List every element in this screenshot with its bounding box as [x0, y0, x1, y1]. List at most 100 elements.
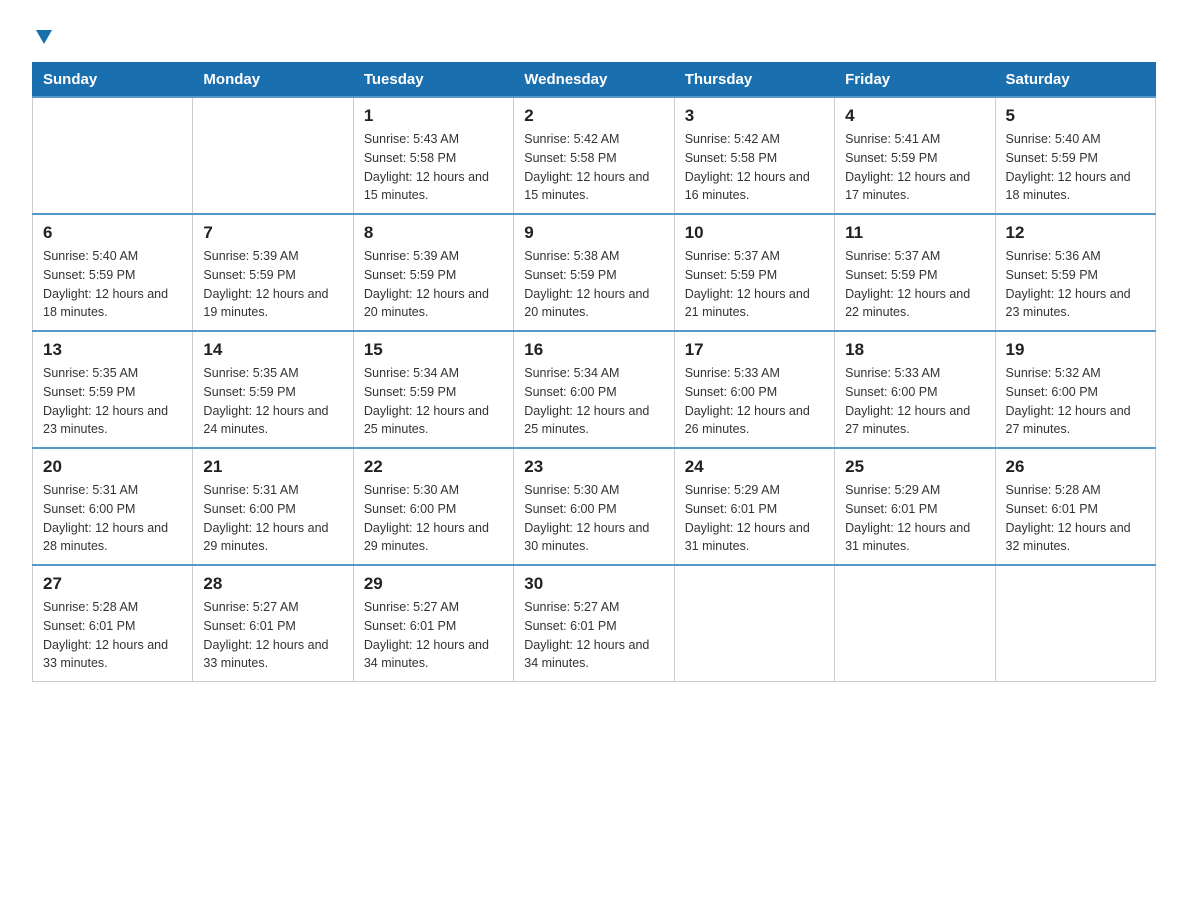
day-cell: 16Sunrise: 5:34 AMSunset: 6:00 PMDayligh…: [514, 331, 674, 448]
day-cell: 3 Sunrise: 5:42 AMSunset: 5:58 PMDaylight…: [674, 97, 834, 214]
day-info: Sunrise: 5:27 AMSunset: 6:01 PMDaylight:…: [364, 598, 503, 673]
day-number: 2: [524, 106, 663, 126]
col-header-friday: Friday: [835, 63, 995, 98]
week-row-4: 20 Sunrise: 5:31 AMSunset: 6:00 PMDayligh…: [33, 448, 1156, 565]
day-number: 6: [43, 223, 182, 243]
day-cell: 21 Sunrise: 5:31 AMSunset: 6:00 PMDayligh…: [193, 448, 353, 565]
day-cell: 8 Sunrise: 5:39 AMSunset: 5:59 PMDaylight…: [353, 214, 513, 331]
day-cell: 22 Sunrise: 5:30 AMSunset: 6:00 PMDayligh…: [353, 448, 513, 565]
day-info: Sunrise: 5:27 AMSunset: 6:01 PMDaylight:…: [203, 598, 342, 673]
day-info: Sunrise: 5:30 AMSunset: 6:00 PMDaylight:…: [524, 481, 663, 556]
day-info: Sunrise: 5:28 AMSunset: 6:01 PMDaylight:…: [1006, 481, 1145, 556]
day-number: 7: [203, 223, 342, 243]
day-cell: 29 Sunrise: 5:27 AMSunset: 6:01 PMDayligh…: [353, 565, 513, 682]
day-info: Sunrise: 5:34 AMSunset: 5:59 PMDaylight:…: [364, 364, 503, 439]
calendar-table: SundayMondayTuesdayWednesdayThursdayFrid…: [32, 62, 1156, 682]
day-info: Sunrise: 5:33 AMSunset: 6:00 PMDaylight:…: [845, 364, 984, 439]
day-cell: [835, 565, 995, 682]
day-info: Sunrise: 5:31 AMSunset: 6:00 PMDaylight:…: [43, 481, 182, 556]
day-number: 30: [524, 574, 663, 594]
day-number: 10: [685, 223, 824, 243]
day-number: 25: [845, 457, 984, 477]
week-row-5: 27 Sunrise: 5:28 AMSunset: 6:01 PMDayligh…: [33, 565, 1156, 682]
day-cell: 24 Sunrise: 5:29 AMSunset: 6:01 PMDayligh…: [674, 448, 834, 565]
day-cell: 11Sunrise: 5:37 AMSunset: 5:59 PMDayligh…: [835, 214, 995, 331]
col-header-sunday: Sunday: [33, 63, 193, 98]
day-number: 20: [43, 457, 182, 477]
day-cell: 14 Sunrise: 5:35 AMSunset: 5:59 PMDayligh…: [193, 331, 353, 448]
day-cell: 10 Sunrise: 5:37 AMSunset: 5:59 PMDayligh…: [674, 214, 834, 331]
day-info: Sunrise: 5:30 AMSunset: 6:00 PMDaylight:…: [364, 481, 503, 556]
day-cell: 20 Sunrise: 5:31 AMSunset: 6:00 PMDayligh…: [33, 448, 193, 565]
day-cell: 25 Sunrise: 5:29 AMSunset: 6:01 PMDayligh…: [835, 448, 995, 565]
day-number: 13: [43, 340, 182, 360]
day-info: Sunrise: 5:28 AMSunset: 6:01 PMDaylight:…: [43, 598, 182, 673]
day-info: Sunrise: 5:43 AMSunset: 5:58 PMDaylight:…: [364, 130, 503, 205]
day-number: 24: [685, 457, 824, 477]
col-header-wednesday: Wednesday: [514, 63, 674, 98]
week-row-3: 13 Sunrise: 5:35 AMSunset: 5:59 PMDayligh…: [33, 331, 1156, 448]
day-number: 4: [845, 106, 984, 126]
day-number: 28: [203, 574, 342, 594]
day-info: Sunrise: 5:38 AMSunset: 5:59 PMDaylight:…: [524, 247, 663, 322]
logo: [32, 24, 54, 46]
day-info: Sunrise: 5:29 AMSunset: 6:01 PMDaylight:…: [685, 481, 824, 556]
day-number: 29: [364, 574, 503, 594]
week-row-1: 1 Sunrise: 5:43 AMSunset: 5:58 PMDaylight…: [33, 97, 1156, 214]
day-number: 12: [1006, 223, 1145, 243]
day-cell: 23 Sunrise: 5:30 AMSunset: 6:00 PMDayligh…: [514, 448, 674, 565]
day-number: 19: [1006, 340, 1145, 360]
day-cell: 17 Sunrise: 5:33 AMSunset: 6:00 PMDayligh…: [674, 331, 834, 448]
day-info: Sunrise: 5:37 AMSunset: 5:59 PMDaylight:…: [845, 247, 984, 322]
day-cell: 5Sunrise: 5:40 AMSunset: 5:59 PMDaylight…: [995, 97, 1155, 214]
day-info: Sunrise: 5:42 AMSunset: 5:58 PMDaylight:…: [524, 130, 663, 205]
day-cell: 13 Sunrise: 5:35 AMSunset: 5:59 PMDayligh…: [33, 331, 193, 448]
col-header-saturday: Saturday: [995, 63, 1155, 98]
week-row-2: 6 Sunrise: 5:40 AMSunset: 5:59 PMDaylight…: [33, 214, 1156, 331]
day-cell: 1 Sunrise: 5:43 AMSunset: 5:58 PMDaylight…: [353, 97, 513, 214]
day-number: 3: [685, 106, 824, 126]
day-number: 23: [524, 457, 663, 477]
day-number: 17: [685, 340, 824, 360]
day-info: Sunrise: 5:39 AMSunset: 5:59 PMDaylight:…: [203, 247, 342, 322]
day-number: 14: [203, 340, 342, 360]
day-info: Sunrise: 5:33 AMSunset: 6:00 PMDaylight:…: [685, 364, 824, 439]
col-header-monday: Monday: [193, 63, 353, 98]
day-cell: 9 Sunrise: 5:38 AMSunset: 5:59 PMDaylight…: [514, 214, 674, 331]
day-info: Sunrise: 5:41 AMSunset: 5:59 PMDaylight:…: [845, 130, 984, 205]
logo-triangle-icon: [34, 26, 54, 46]
day-number: 21: [203, 457, 342, 477]
day-info: Sunrise: 5:35 AMSunset: 5:59 PMDaylight:…: [43, 364, 182, 439]
day-info: Sunrise: 5:32 AMSunset: 6:00 PMDaylight:…: [1006, 364, 1145, 439]
day-cell: 28 Sunrise: 5:27 AMSunset: 6:01 PMDayligh…: [193, 565, 353, 682]
day-cell: [193, 97, 353, 214]
day-cell: 15Sunrise: 5:34 AMSunset: 5:59 PMDayligh…: [353, 331, 513, 448]
day-info: Sunrise: 5:31 AMSunset: 6:00 PMDaylight:…: [203, 481, 342, 556]
day-cell: 12 Sunrise: 5:36 AMSunset: 5:59 PMDayligh…: [995, 214, 1155, 331]
day-info: Sunrise: 5:37 AMSunset: 5:59 PMDaylight:…: [685, 247, 824, 322]
day-info: Sunrise: 5:39 AMSunset: 5:59 PMDaylight:…: [364, 247, 503, 322]
day-info: Sunrise: 5:34 AMSunset: 6:00 PMDaylight:…: [524, 364, 663, 439]
day-cell: 18Sunrise: 5:33 AMSunset: 6:00 PMDayligh…: [835, 331, 995, 448]
day-info: Sunrise: 5:36 AMSunset: 5:59 PMDaylight:…: [1006, 247, 1145, 322]
day-number: 26: [1006, 457, 1145, 477]
day-number: 9: [524, 223, 663, 243]
day-cell: 26 Sunrise: 5:28 AMSunset: 6:01 PMDayligh…: [995, 448, 1155, 565]
col-header-tuesday: Tuesday: [353, 63, 513, 98]
day-cell: [674, 565, 834, 682]
day-info: Sunrise: 5:35 AMSunset: 5:59 PMDaylight:…: [203, 364, 342, 439]
day-number: 8: [364, 223, 503, 243]
day-cell: 7 Sunrise: 5:39 AMSunset: 5:59 PMDaylight…: [193, 214, 353, 331]
day-cell: 4 Sunrise: 5:41 AMSunset: 5:59 PMDaylight…: [835, 97, 995, 214]
day-cell: 6 Sunrise: 5:40 AMSunset: 5:59 PMDaylight…: [33, 214, 193, 331]
day-number: 1: [364, 106, 503, 126]
day-info: Sunrise: 5:29 AMSunset: 6:01 PMDaylight:…: [845, 481, 984, 556]
day-info: Sunrise: 5:40 AMSunset: 5:59 PMDaylight:…: [43, 247, 182, 322]
day-number: 22: [364, 457, 503, 477]
day-cell: [995, 565, 1155, 682]
day-cell: 30 Sunrise: 5:27 AMSunset: 6:01 PMDayligh…: [514, 565, 674, 682]
day-info: Sunrise: 5:42 AMSunset: 5:58 PMDaylight:…: [685, 130, 824, 205]
day-cell: [33, 97, 193, 214]
day-number: 27: [43, 574, 182, 594]
day-info: Sunrise: 5:27 AMSunset: 6:01 PMDaylight:…: [524, 598, 663, 673]
